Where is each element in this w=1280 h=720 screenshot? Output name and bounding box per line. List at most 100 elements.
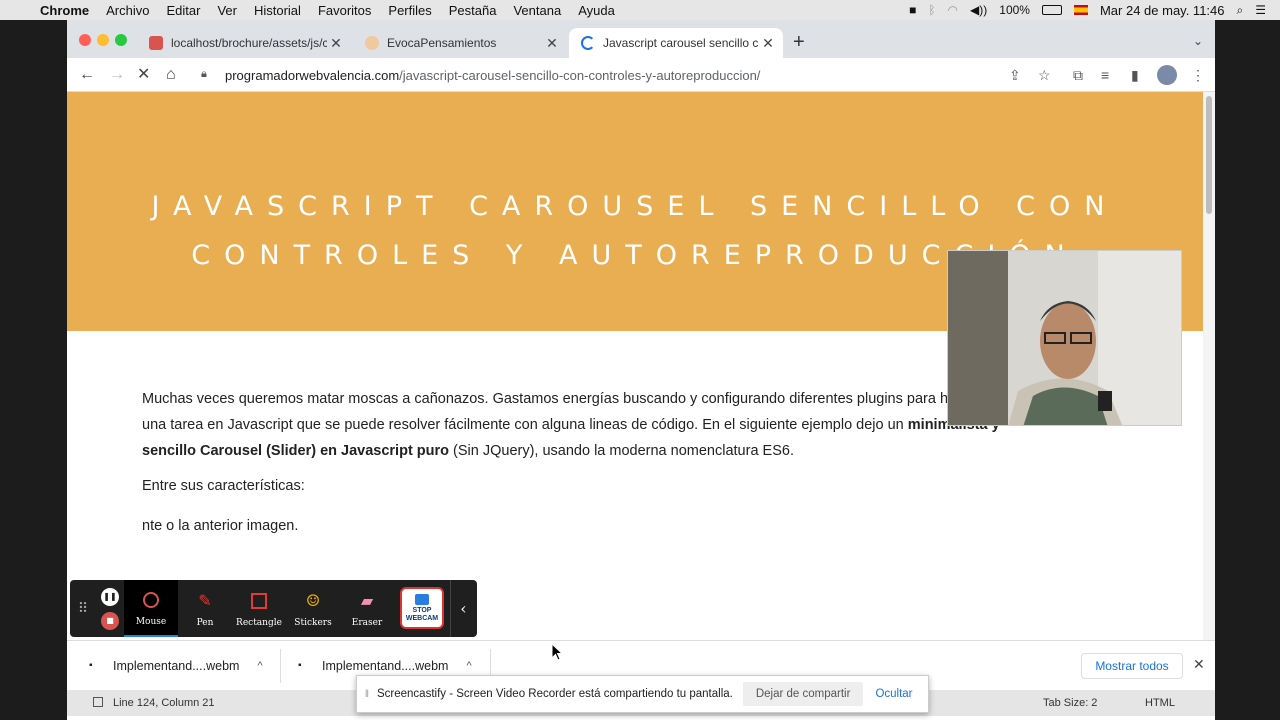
collapse-chevron-left-icon[interactable]: ‹ — [450, 580, 476, 637]
clock[interactable]: Mar 24 de may. 11:46 — [1100, 3, 1225, 18]
menu-perfiles[interactable]: Perfiles — [388, 3, 431, 18]
close-tab-icon[interactable]: ✕ — [543, 35, 561, 52]
browser-toolbar: ← → ✕ ⌂ 🔒︎ programadorwebvalencia.com/ja… — [67, 58, 1215, 92]
syntax-language-indicator[interactable]: HTML — [1145, 697, 1175, 709]
tool-label: Rectangle — [236, 617, 282, 628]
menu-ayuda[interactable]: Ayuda — [578, 3, 615, 18]
screen-sharing-banner: ‖ Screencastify - Screen Video Recorder … — [356, 675, 929, 713]
webcam-overlay[interactable] — [947, 250, 1182, 426]
wifi-icon[interactable]: ◠ — [948, 3, 958, 17]
back-arrow-icon[interactable]: ← — [79, 65, 95, 85]
cursor-position: Line 124, Column 21 — [113, 697, 215, 709]
article-paragraph: Muchas veces queremos matar moscas a cañ… — [142, 386, 1002, 464]
features-intro: Entre sus características: — [142, 478, 305, 494]
file-icon: ▪ — [89, 660, 93, 671]
download-item[interactable]: ▪ Implementand....webm ^ — [89, 641, 263, 691]
chevron-up-icon[interactable]: ^ — [466, 660, 471, 672]
close-tab-icon[interactable]: ✕ — [327, 35, 345, 52]
forward-arrow-icon[interactable]: → — [109, 65, 125, 85]
new-tab-plus-icon[interactable]: + — [793, 32, 805, 52]
address-bar[interactable]: 🔒︎ programadorwebvalencia.com/javascript… — [195, 61, 1075, 89]
bluetooth-icon[interactable]: ᛒ — [928, 3, 935, 17]
mouse-cursor-icon — [140, 589, 162, 611]
chevron-up-icon[interactable]: ^ — [257, 660, 262, 672]
drag-handle-icon[interactable]: ‖ — [357, 689, 377, 700]
stop-loading-icon[interactable]: ✕ — [137, 65, 150, 85]
paragraph-text: (Sin JQuery), usando la moderna nomencla… — [449, 443, 794, 459]
tab-localhost[interactable]: localhost/brochure/assets/js/c ✕ — [137, 28, 351, 58]
screencastify-annotation-toolbar: ⠿ ❚❚ ■ Mouse ✎ Pen Rectangle ☺ Stickers … — [70, 580, 477, 637]
mouse-tool-button[interactable]: Mouse — [124, 580, 178, 637]
webcam-video-feed — [948, 251, 1181, 425]
tab-strip: localhost/brochure/assets/js/c ✕ EvocaPe… — [67, 20, 1215, 58]
menu-favoritos[interactable]: Favoritos — [318, 3, 371, 18]
pen-tool-button[interactable]: ✎ Pen — [178, 580, 232, 637]
bookmark-star-icon[interactable]: ☆ — [1038, 67, 1051, 83]
pen-icon: ✎ — [198, 591, 212, 610]
tool-label: Pen — [196, 617, 214, 628]
camera-icon[interactable]: ■ — [909, 3, 916, 17]
control-center-icon[interactable]: ☰ — [1255, 3, 1266, 17]
chrome-menu-kebab-icon[interactable]: ⋮ — [1191, 67, 1205, 83]
stop-recording-icon[interactable]: ■ — [101, 611, 119, 630]
close-tab-icon[interactable]: ✕ — [759, 35, 777, 52]
feature-item-text: nte o la anterior imagen. — [142, 518, 299, 534]
tool-label: Stickers — [294, 617, 332, 628]
file-icon: ▪ — [298, 660, 302, 671]
menu-historial[interactable]: Historial — [254, 3, 301, 18]
drag-handle-icon[interactable]: ⠿ — [70, 580, 96, 637]
stickers-tool-button[interactable]: ☺ Stickers — [286, 580, 340, 637]
page-scrollbar[interactable] — [1203, 92, 1215, 640]
menu-ventana[interactable]: Ventana — [513, 3, 561, 18]
battery-percent: 100% — [999, 3, 1030, 17]
profile-avatar[interactable] — [1157, 65, 1177, 85]
menu-editar[interactable]: Editar — [166, 3, 200, 18]
stop-sharing-button[interactable]: Dejar de compartir — [742, 682, 864, 706]
download-filename: Implementand....webm — [322, 659, 449, 673]
panel-toggle-icon[interactable] — [93, 697, 103, 707]
close-window-button[interactable] — [79, 34, 91, 46]
recording-controls: ❚❚ ■ — [96, 580, 124, 637]
webcam-icon — [415, 593, 429, 605]
sticker-icon: ☺ — [305, 591, 321, 610]
menu-archivo[interactable]: Archivo — [106, 3, 149, 18]
zoom-window-button[interactable] — [115, 34, 127, 46]
macos-menu-bar: Chrome Archivo Editar Ver Historial Favo… — [0, 0, 1280, 20]
tab-search-chevron-icon[interactable]: ⌄ — [1193, 34, 1203, 48]
battery-icon[interactable] — [1041, 5, 1062, 15]
side-panel-icon[interactable]: ▮ — [1131, 67, 1139, 83]
site-favicon-icon — [365, 36, 379, 50]
media-controls-icon[interactable]: ≡ — [1101, 67, 1109, 83]
flag-icon[interactable] — [1073, 5, 1088, 15]
hide-banner-button[interactable]: Ocultar — [875, 688, 912, 700]
tab-evocapensamientos[interactable]: EvocaPensamientos ✕ — [353, 28, 567, 58]
scrollbar-thumb[interactable] — [1206, 96, 1212, 214]
xampp-favicon-icon — [149, 36, 163, 50]
rectangle-icon — [248, 590, 270, 612]
pause-icon[interactable]: ❚❚ — [101, 587, 119, 606]
tab-size-indicator[interactable]: Tab Size: 2 — [1043, 697, 1097, 709]
sharing-message: Screencastify - Screen Video Recorder es… — [377, 688, 733, 700]
show-all-downloads-button[interactable]: Mostrar todos — [1081, 653, 1183, 679]
paragraph-text: Muchas veces queremos matar moscas a cañ… — [142, 391, 977, 433]
menu-pestana[interactable]: Pestaña — [449, 3, 497, 18]
share-icon[interactable]: ⇪ — [1009, 67, 1021, 83]
stop-webcam-button[interactable]: STOP WEBCAM — [400, 587, 444, 629]
minimize-window-button[interactable] — [97, 34, 109, 46]
menu-chrome[interactable]: Chrome — [40, 3, 89, 18]
tool-label: Mouse — [135, 616, 167, 627]
eraser-tool-button[interactable]: ▰ Eraser — [340, 580, 394, 637]
home-icon[interactable]: ⌂ — [166, 65, 176, 85]
loading-spinner-icon — [581, 36, 595, 50]
stop-webcam-label: STOP WEBCAM — [405, 606, 439, 622]
close-downloads-icon[interactable]: ✕ — [1193, 656, 1205, 673]
rectangle-tool-button[interactable]: Rectangle — [232, 580, 286, 637]
tab-carousel-active[interactable]: Javascript carousel sencillo co ✕ — [569, 28, 783, 58]
url-path: /javascript-carousel-sencillo-con-contro… — [399, 67, 761, 83]
tab-title: EvocaPensamientos — [387, 36, 497, 50]
spotlight-search-icon[interactable]: ⌕ — [1237, 3, 1244, 18]
menu-ver[interactable]: Ver — [217, 3, 237, 18]
lock-icon[interactable]: 🔒︎ — [201, 68, 215, 82]
extensions-puzzle-icon[interactable]: ⧉ — [1073, 67, 1083, 83]
volume-icon[interactable]: ◀)) — [970, 3, 987, 17]
